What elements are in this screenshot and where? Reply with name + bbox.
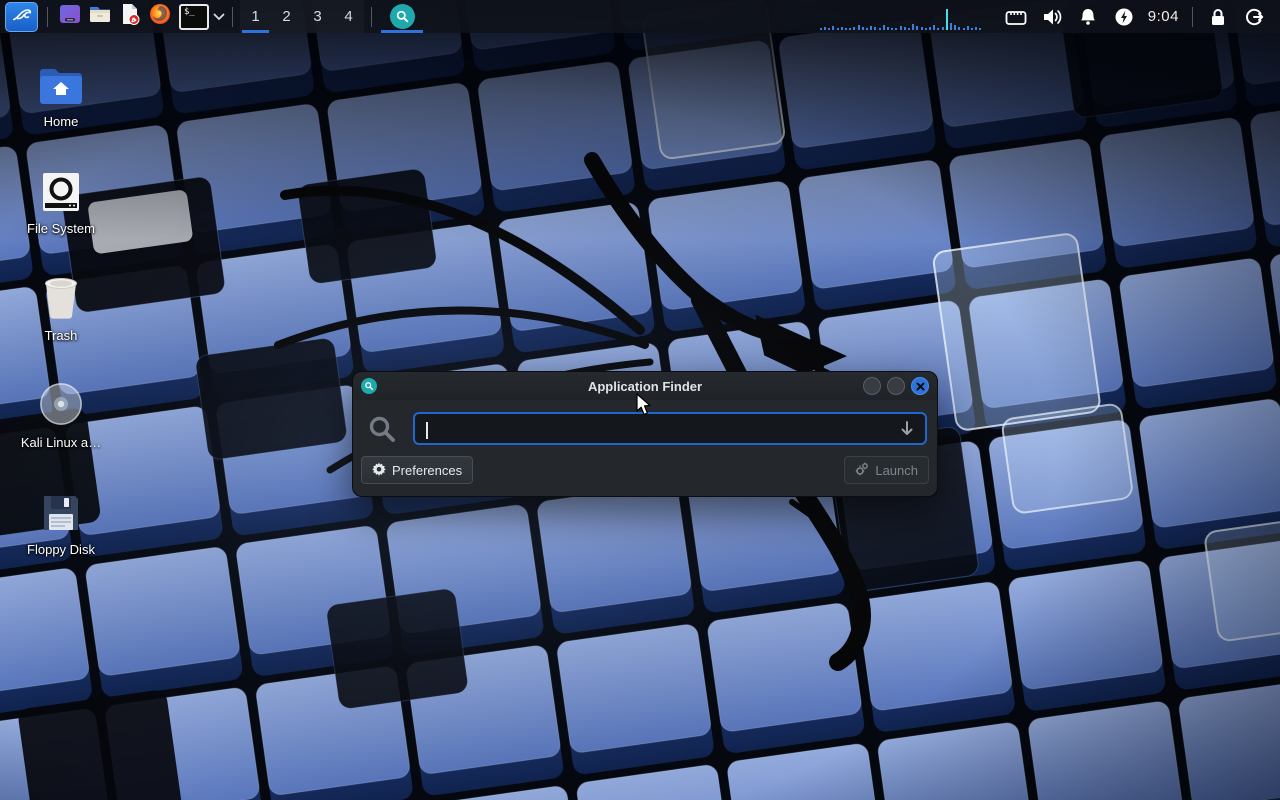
desktop-icon-trash[interactable]: Trash (16, 264, 106, 371)
workspace-2-button[interactable]: 2 (271, 0, 302, 33)
network-icon[interactable] (1004, 5, 1028, 29)
preferences-button[interactable]: Preferences (361, 456, 473, 484)
volume-icon[interactable] (1040, 5, 1064, 29)
panel-separator (47, 7, 48, 27)
workspace-active-indicator (242, 30, 269, 33)
top-panel: $_ 1 2 3 4 (0, 0, 1280, 33)
text-caret (426, 422, 428, 439)
terminal-icon: $_ (179, 4, 209, 30)
workspace-4-label: 4 (344, 8, 352, 25)
kali-menu-button[interactable] (5, 2, 38, 32)
search-input[interactable] (415, 414, 925, 443)
text-editor-launcher[interactable] (115, 0, 145, 33)
taskbar-app-finder-button[interactable] (379, 0, 425, 33)
panel-separator (371, 7, 372, 27)
desktop-settings-icon (58, 2, 82, 31)
firefox-launcher[interactable] (145, 0, 175, 33)
file-manager-launcher[interactable] (85, 0, 115, 33)
system-monitor-graph[interactable] (820, 2, 988, 32)
application-finder-window: Application Finder (352, 371, 938, 497)
chevron-down-icon[interactable] (213, 8, 225, 26)
workspace-2-label: 2 (282, 8, 290, 25)
desktop-icon-label: Home (44, 114, 79, 129)
desktop-icon-label: File System (27, 221, 95, 236)
launch-label: Launch (875, 463, 918, 478)
desktop-icon-label: Kali Linux a… (21, 435, 101, 450)
workspace-4-button[interactable]: 4 (333, 0, 364, 33)
notifications-icon[interactable] (1076, 5, 1100, 29)
desktop-icon-floppy[interactable]: Floppy Disk (16, 478, 106, 585)
gear-icon (372, 462, 386, 479)
close-icon (916, 382, 925, 391)
logout-icon[interactable] (1242, 5, 1266, 29)
screen-lock-icon[interactable] (1206, 5, 1230, 29)
preferences-label: Preferences (392, 463, 462, 478)
firefox-icon (148, 2, 172, 31)
file-manager-icon (88, 2, 112, 31)
desktop-icon-column: Home File System Trash (16, 50, 106, 585)
trash-icon (40, 264, 82, 320)
launch-button[interactable]: Launch (844, 456, 929, 484)
terminal-launcher[interactable]: $_ (179, 0, 225, 33)
maximize-button[interactable] (887, 377, 905, 395)
floppy-disk-icon (40, 478, 82, 534)
home-folder-icon (38, 50, 84, 106)
desktop-icon-filesystem[interactable]: File System (16, 157, 106, 264)
kali-menu-icon (11, 3, 33, 30)
launch-gears-icon (855, 462, 869, 479)
taskbar-active-indicator (381, 30, 423, 33)
text-editor-icon (118, 2, 142, 31)
mouse-cursor (636, 393, 654, 422)
clock[interactable]: 9:04 (1148, 8, 1179, 25)
desktop-icon-home[interactable]: Home (16, 50, 106, 157)
desktop-icon-kali-cd[interactable]: Kali Linux a… (16, 371, 106, 478)
panel-separator (232, 7, 233, 27)
window-title: Application Finder (353, 379, 937, 394)
search-icon (365, 414, 399, 444)
desktop-icon-label: Floppy Disk (27, 542, 95, 557)
terminal-prompt-text: $_ (184, 8, 195, 17)
workspace-3-button[interactable]: 3 (302, 0, 333, 33)
desktop-icon-label: Trash (45, 328, 78, 343)
app-finder-icon (390, 4, 415, 29)
arrow-down-icon[interactable] (899, 420, 915, 443)
desktop-settings-launcher[interactable] (55, 0, 85, 33)
panel-separator (1192, 7, 1193, 27)
power-manager-icon[interactable] (1112, 5, 1136, 29)
filesystem-drive-icon (40, 157, 82, 213)
app-finder-icon (361, 378, 377, 394)
search-field (413, 412, 927, 445)
minimize-button[interactable] (863, 377, 881, 395)
workspace-3-label: 3 (313, 8, 321, 25)
cd-disc-icon (38, 371, 84, 427)
close-button[interactable] (911, 377, 929, 395)
desktop-root: $_ 1 2 3 4 (0, 0, 1280, 800)
workspace-1-button[interactable]: 1 (240, 0, 271, 33)
workspace-1-label: 1 (251, 8, 259, 25)
